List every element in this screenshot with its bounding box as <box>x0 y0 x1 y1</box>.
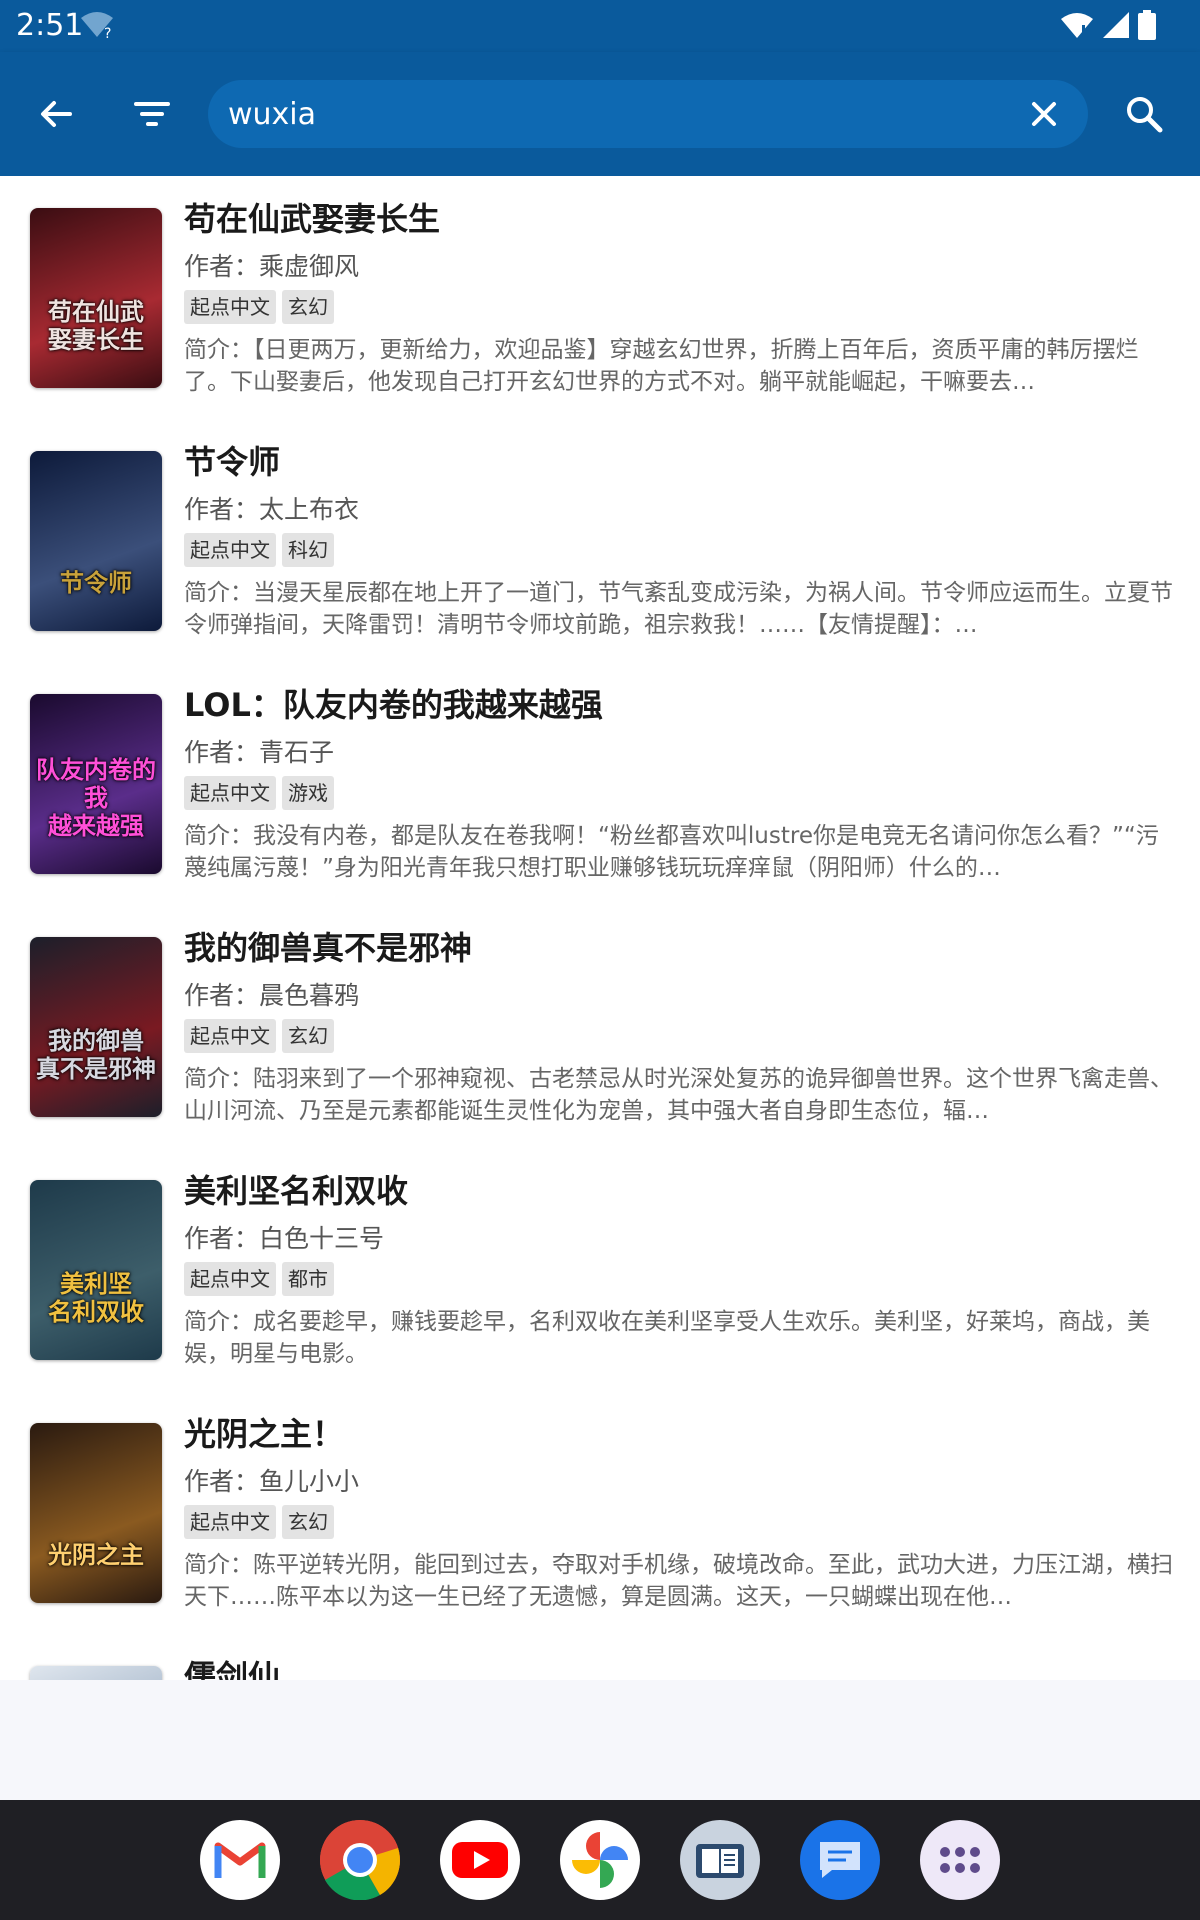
book-author: 作者：晨色暮鸦 <box>184 981 360 1010</box>
book-item[interactable]: 美利坚 名利双收 美利坚名利双收作者：白色十三号起点中文 都市简介：成名要趁早，赚钱… <box>0 1148 1200 1391</box>
reader-icon <box>696 1844 744 1878</box>
book-title: 光阴之主！ <box>184 1415 345 1453</box>
search-input[interactable] <box>228 80 988 148</box>
back-button[interactable] <box>24 82 88 146</box>
cover-title-art: 美利坚 名利双收 <box>48 1269 144 1326</box>
book-tag: 玄幻 <box>282 1019 334 1053</box>
book-cover: 苟在仙武 娶妻长生 <box>30 208 162 388</box>
book-intro: 简介：成名要趁早，赚钱要趁早，名利双收在美利坚享受人生欢乐。美利坚，好莱坞，商战… <box>184 1309 1150 1367</box>
book-tags: 起点中文 科幻 <box>184 533 334 567</box>
chrome-icon <box>320 1820 400 1900</box>
book-tag: 都市 <box>282 1262 334 1296</box>
chrome-app[interactable] <box>320 1820 400 1900</box>
book-tags: 起点中文 玄幻 <box>184 1505 334 1539</box>
book-intro: 简介：【日更两万，更新给力，欢迎品鉴】穿越玄幻世界，折腾上百年后，资质平庸的韩厉… <box>184 337 1139 395</box>
book-item[interactable]: 队友内卷的我 越来越强 LOL：队友内卷的我越来越强作者：青石子起点中文 游戏简介：… <box>0 662 1200 905</box>
gmail-icon <box>214 1842 266 1878</box>
wifi-question-icon: ? <box>81 12 113 40</box>
book-item[interactable]: 节令师 节令师 作者：太上布衣 起点中文 科幻 简介：当漫天星辰都在地上开了一道门，节气紊… <box>0 419 1200 662</box>
book-intro: 简介：我没有内卷，都是队友在卷我啊！“粉丝都喜欢叫lustre你是电竞无名请问你… <box>184 823 1159 881</box>
app-drawer-icon <box>940 1847 980 1873</box>
book-item[interactable]: 光阴之主 光阴之主！ 作者：鱼儿小小起点中文 玄幻简介：陈平逆转光阴，能回到过去，夺取… <box>0 1391 1200 1634</box>
book-title: 美利坚名利双收 <box>184 1172 409 1210</box>
close-icon <box>1032 102 1056 126</box>
search-button[interactable] <box>1112 82 1176 146</box>
book-title: 儒剑仙 <box>184 1658 281 1680</box>
photos-app[interactable] <box>560 1820 640 1900</box>
book-tag: 科幻 <box>282 533 334 567</box>
app-bar <box>0 52 1200 176</box>
book-author: 作者：白色十三号 <box>184 1224 385 1253</box>
messages-icon <box>820 1842 860 1878</box>
wifi-icon <box>1061 13 1093 38</box>
book-title: LOL：队友内卷的我越来越强 <box>184 686 603 724</box>
book-title: 节令师 <box>184 443 281 481</box>
book-item[interactable]: 我的御兽 真不是邪神 我的御兽真不是邪神作者：晨色暮鸦起点中文 玄幻简介：陆羽来到了… <box>0 905 1200 1148</box>
book-tag: 玄幻 <box>282 1505 334 1539</box>
cover-title-art: 苟在仙武 娶妻长生 <box>48 297 144 354</box>
book-tag: 起点中文 <box>184 776 276 810</box>
cover-title-art: 光阴之主 <box>48 1540 144 1569</box>
book-tags: 起点中文 都市 <box>184 1262 334 1296</box>
filter-icon <box>134 102 170 126</box>
book-author: 作者：太上布衣 <box>184 495 360 524</box>
book-intro: 简介：陆羽来到了一个邪神窥视、古老禁忌从时光深处复苏的诡异御兽世界。这个世界飞禽… <box>184 1066 1173 1124</box>
cover-title-art: 我的御兽 真不是邪神 <box>36 1026 156 1083</box>
book-cover: 光阴之主 <box>30 1423 162 1603</box>
book-intro: 简介：陈平逆转光阴，能回到过去，夺取对手机缘，破境改命。至此，武功大进，力压江湖… <box>184 1552 1173 1610</box>
search-icon <box>1127 97 1163 133</box>
book-tag: 起点中文 <box>184 290 276 324</box>
book-cover: 队友内卷的我 越来越强 <box>30 694 162 874</box>
book-tags: 起点中文 玄幻 <box>184 290 334 324</box>
book-tag: 起点中文 <box>184 1019 276 1053</box>
status-icons <box>1060 10 1156 40</box>
signal-icon <box>1103 12 1129 38</box>
back-arrow-icon <box>41 101 72 127</box>
app-drawer-button[interactable] <box>920 1820 1000 1900</box>
clear-search-button[interactable] <box>1020 90 1068 138</box>
filter-button[interactable] <box>120 82 184 146</box>
messages-app[interactable] <box>800 1820 880 1900</box>
book-author: 作者：鱼儿小小 <box>184 1467 360 1496</box>
book-author: 作者：乘虚御风 <box>184 252 360 281</box>
book-cover: 我的御兽 真不是邪神 <box>30 937 162 1117</box>
cover-title-art: 队友内卷的我 越来越强 <box>36 755 156 840</box>
cover-title-art: 节令师 <box>60 568 132 597</box>
status-time: 2:51 <box>16 8 84 43</box>
book-tag: 玄幻 <box>282 290 334 324</box>
gmail-app[interactable] <box>200 1820 280 1900</box>
youtube-icon <box>452 1842 508 1878</box>
book-item[interactable]: 儒剑仙 <box>0 1634 1200 1680</box>
book-tags: 起点中文 玄幻 <box>184 1019 334 1053</box>
youtube-app[interactable] <box>440 1820 520 1900</box>
book-cover: 美利坚 名利双收 <box>30 1180 162 1360</box>
book-tag: 起点中文 <box>184 1262 276 1296</box>
book-tag: 起点中文 <box>184 533 276 567</box>
photos-icon <box>572 1832 628 1888</box>
book-title: 苟在仙武娶妻长生 <box>184 200 441 238</box>
app-dock <box>0 1800 1200 1920</box>
book-tags: 起点中文 游戏 <box>184 776 334 810</box>
svg-text:?: ? <box>104 26 111 40</box>
book-title: 我的御兽真不是邪神 <box>184 929 473 967</box>
book-tag: 起点中文 <box>184 1505 276 1539</box>
book-tag: 游戏 <box>282 776 334 810</box>
battery-icon <box>1138 10 1156 40</box>
reader-app[interactable] <box>680 1820 760 1900</box>
status-bar: 2:51 ? <box>0 0 1200 52</box>
search-results-list[interactable]: 苟在仙武 娶妻长生 苟在仙武娶妻长生 作者：乘虚御风 起点中文 玄幻 简介：【日更两万，更… <box>0 176 1200 1680</box>
search-box <box>208 80 1088 148</box>
book-item[interactable]: 苟在仙武 娶妻长生 苟在仙武娶妻长生作者：乘虚御风起点中文 玄幻简介：【日更两万，更… <box>0 176 1200 419</box>
book-intro: 简介：当漫天星辰都在地上开了一道门，节气紊乱变成污染，为祸人间。节令师应运而生。… <box>184 580 1173 638</box>
book-author: 作者：青石子 <box>184 738 335 767</box>
book-cover: 节令师 <box>30 451 162 631</box>
book-cover <box>30 1666 162 1680</box>
